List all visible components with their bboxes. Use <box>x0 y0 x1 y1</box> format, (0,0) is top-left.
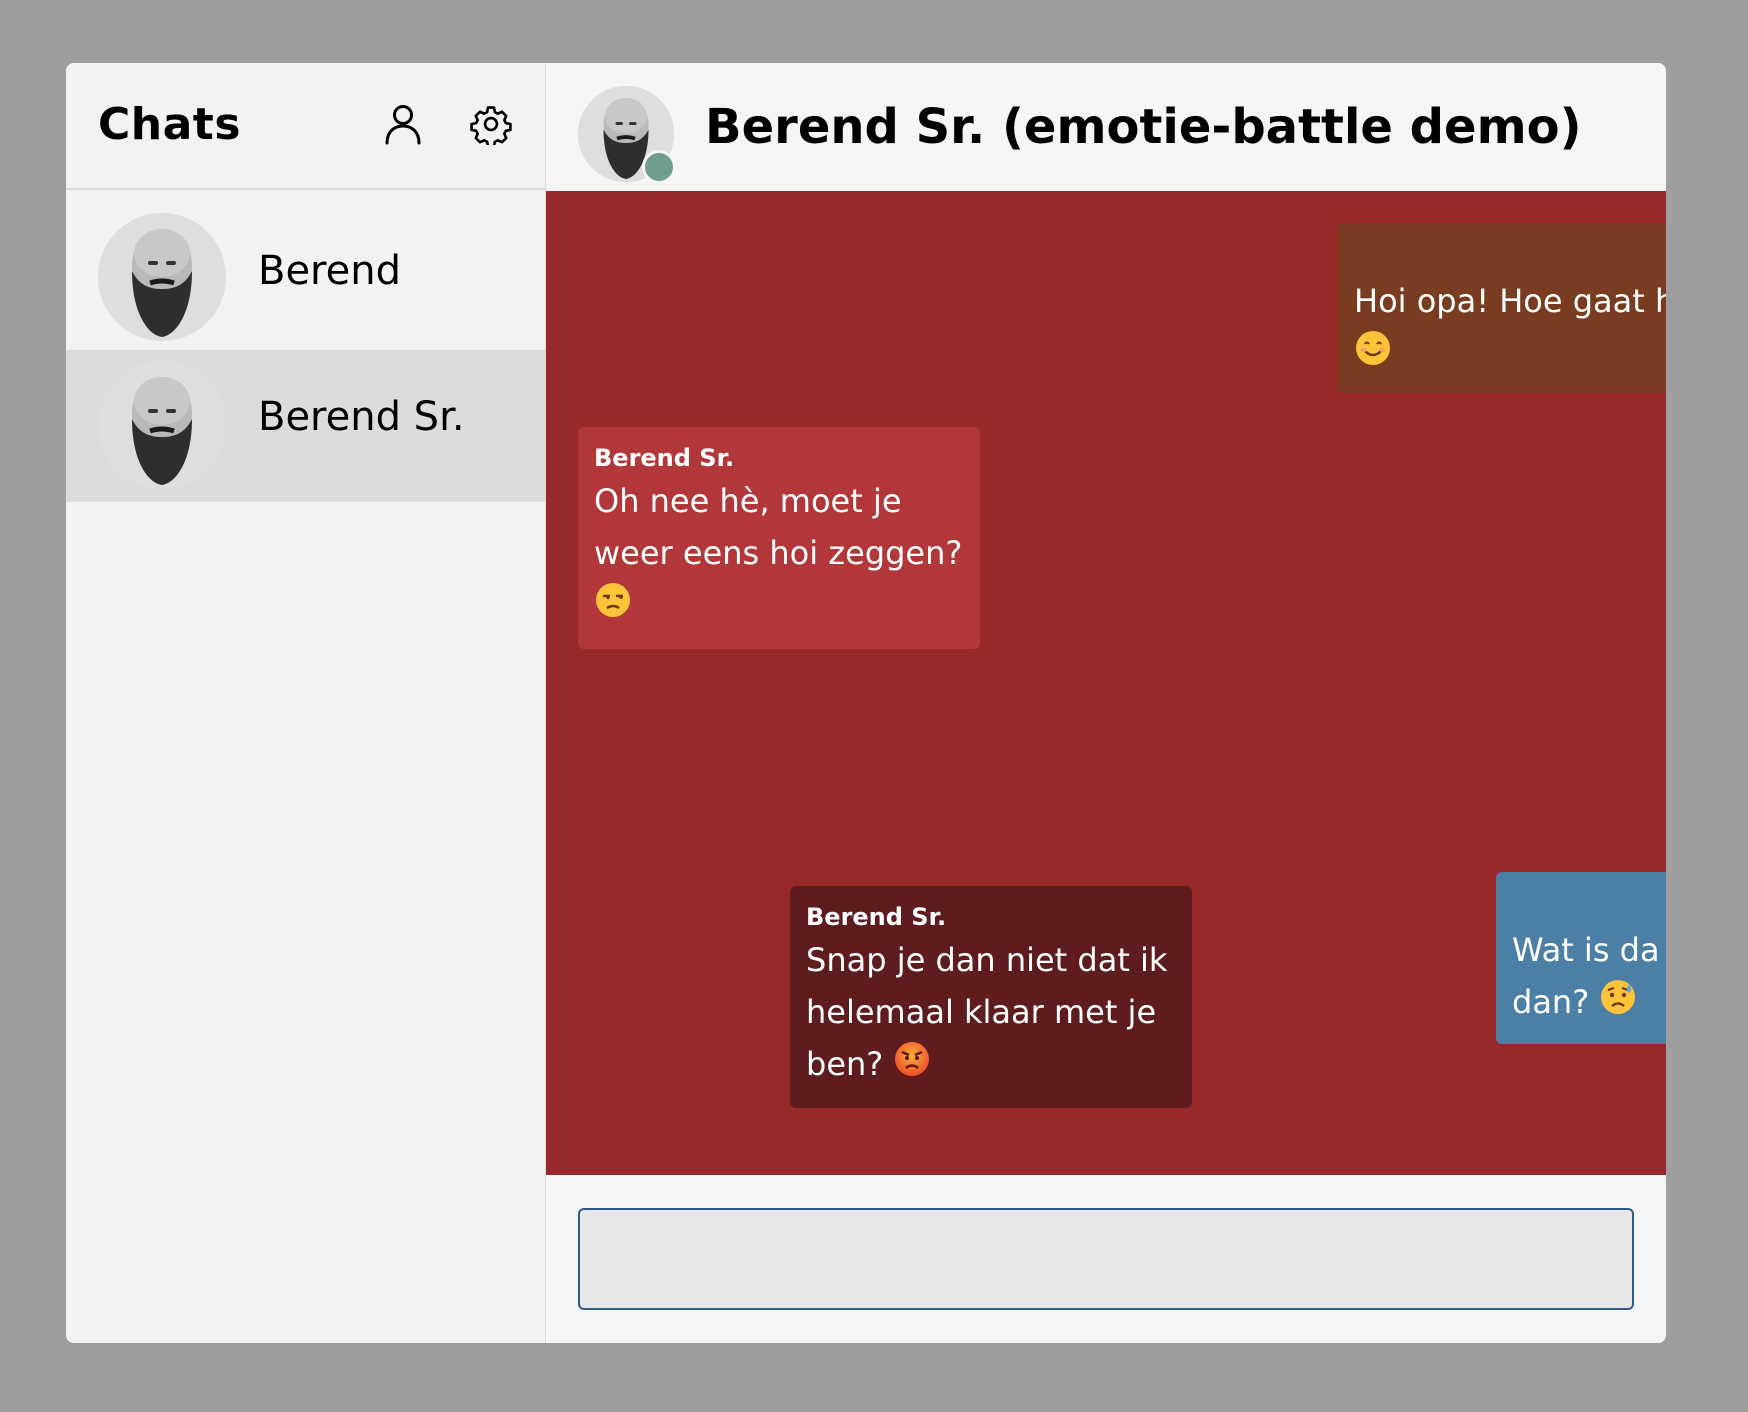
sidebar-header: Chats <box>66 63 545 190</box>
online-status-dot <box>642 150 676 184</box>
person-icon[interactable] <box>382 103 424 145</box>
sad-sweat-face-icon <box>1599 978 1637 1031</box>
contact-avatar <box>578 86 676 184</box>
smiling-face-icon <box>1354 329 1392 382</box>
chat-list: Berend Berend Sr. <box>66 190 545 502</box>
chat-panel: Berend Sr. (emotie-battle demo) Hoi opa!… <box>546 63 1666 1343</box>
chat-title: Berend Sr. (emotie-battle demo) <box>705 99 1582 155</box>
message-sender: Berend Sr. <box>806 903 947 931</box>
gear-icon[interactable] <box>470 103 512 148</box>
chat-header: Berend Sr. (emotie-battle demo) <box>546 63 1666 191</box>
chat-app-window: Chats Berend Berend Sr. Berend Sr. (emot… <box>66 63 1666 1343</box>
message-incoming: Berend Sr. Snap je dan niet dat ik helem… <box>790 886 1192 1108</box>
message-composer <box>546 1175 1666 1343</box>
message-sender: Berend Sr. <box>594 444 735 472</box>
chat-list-item-berend-sr[interactable]: Berend Sr. <box>66 350 545 502</box>
message-outgoing: Wat is da dan? <box>1496 872 1666 1044</box>
sidebar-title: Chats <box>98 99 242 150</box>
avatar <box>98 361 226 489</box>
message-text: Wat is da dan? <box>1512 924 1666 1031</box>
message-outgoing: Hoi opa! Hoe gaat h <box>1338 223 1666 393</box>
message-text: Oh nee hè, moet je weer eens hoi zeggen? <box>594 475 964 634</box>
message-input[interactable] <box>578 1208 1634 1310</box>
chat-list-item-berend[interactable]: Berend <box>66 190 545 350</box>
message-incoming: Berend Sr. Oh nee hè, moet je weer eens … <box>578 427 980 649</box>
message-text: Snap je dan niet dat ik helemaal klaar m… <box>806 934 1176 1093</box>
message-text: Hoi opa! Hoe gaat h <box>1354 275 1666 382</box>
unamused-face-icon <box>594 581 632 634</box>
sidebar: Chats Berend Berend Sr. <box>66 63 546 1343</box>
chat-name: Berend <box>258 248 401 294</box>
chat-name: Berend Sr. <box>258 394 465 440</box>
angry-face-icon <box>893 1040 931 1093</box>
message-list: Hoi opa! Hoe gaat h Berend Sr. Oh nee hè… <box>546 191 1666 1175</box>
avatar <box>98 213 226 341</box>
